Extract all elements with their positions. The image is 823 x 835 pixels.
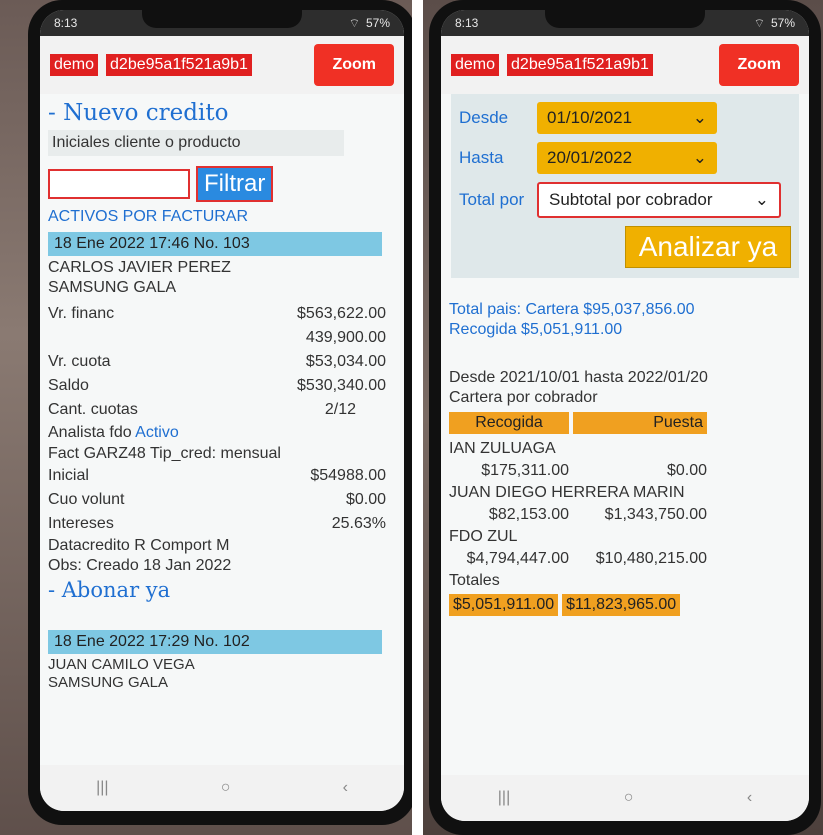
search-input[interactable]: [48, 169, 190, 199]
total-pais: Total pais: Cartera $95,037,856.00: [449, 301, 695, 318]
right-phone: 8:13 ⌔ 57% demo d2be95a1f521a9b1 Zoom De…: [429, 0, 821, 835]
chevron-down-icon: ⌄: [754, 190, 769, 209]
list-item: JUAN DIEGO HERRERA MARIN $82,153.00 $1,34…: [449, 484, 707, 523]
desde-label: Desde: [459, 108, 509, 127]
section-title: ACTIVOS POR FACTURAR: [48, 208, 249, 225]
status-bar-right: 8:13 ⌔ 57%: [441, 10, 809, 36]
filter-panel: Desde 01/10/2021 ⌄ Hasta 20/01/2022 ⌄ Tota…: [451, 94, 799, 278]
desde-select[interactable]: 01/10/2021 ⌄: [537, 102, 717, 134]
credit-header-2[interactable]: 18 Ene 2022 17:29 No. 102: [48, 630, 382, 654]
analista-row: Analista fdo Activo: [48, 424, 179, 441]
saldo-row: Saldo $530,340.00: [48, 377, 386, 394]
nav-bar: ||| ○ ‹: [40, 765, 404, 811]
abonar-link[interactable]: - Abonar ya: [40, 576, 404, 604]
left-photo: 8:13 ⌔ 57% demo d2be95a1f521a9b1 Zoom - …: [0, 0, 412, 835]
recents-icon[interactable]: |||: [498, 789, 510, 807]
battery-level-right: 57%: [770, 16, 795, 30]
totals-row: $5,051,911.00 $11,823,965.00: [441, 592, 809, 618]
chevron-down-icon: ⌄: [692, 108, 707, 127]
inicial-row: Inicial $54988.00: [48, 467, 386, 484]
hasta-label: Hasta: [459, 148, 504, 167]
total-puesta: $11,823,965.00: [562, 594, 681, 616]
list-item: IAN ZULUAGA $175,311.00 $0.00: [449, 440, 707, 479]
list-item: FDO ZUL $4,794,447.00 $10,480,215.00: [449, 528, 707, 567]
total-por-select[interactable]: Subtotal por cobrador ⌄: [537, 182, 781, 218]
home-icon[interactable]: ○: [624, 789, 634, 807]
left-screen: 8:13 ⌔ 57% demo d2be95a1f521a9b1 Zoom - …: [40, 10, 404, 811]
search-label: Iniciales cliente o producto: [48, 130, 344, 156]
financ-row: Vr. financ $563,622.00: [48, 305, 386, 322]
battery-level: 57%: [365, 16, 390, 30]
zoom-button-right[interactable]: Zoom: [719, 44, 799, 86]
right-photo: 8:13 ⌔ 57% demo d2be95a1f521a9b1 Zoom De…: [423, 0, 823, 835]
status-bar: 8:13 ⌔ 57%: [40, 10, 404, 36]
demo-tag: demo: [50, 54, 99, 76]
zoom-button[interactable]: Zoom: [314, 44, 394, 86]
filter-button[interactable]: Filtrar: [196, 166, 274, 202]
financ-value-2: 439,900.00: [305, 329, 386, 346]
totales-label: Totales: [449, 572, 500, 589]
client-name-2: JUAN CAMILO VEGA: [48, 656, 195, 673]
recogida-total: Recogida $5,051,911.00: [449, 321, 623, 338]
col-recogida: Recogida: [449, 412, 569, 434]
status-time: 8:13: [54, 16, 78, 30]
col-puesta: Puesta: [573, 412, 707, 434]
datacredito-line: Datacredito R Comport M: [48, 537, 230, 554]
hasta-select[interactable]: 20/01/2022 ⌄: [537, 142, 717, 174]
wifi-icon: ⌔: [348, 15, 360, 30]
analista-status-link[interactable]: Activo: [135, 424, 179, 441]
device-id-tag: d2be95a1f521a9b1: [106, 54, 252, 76]
product-name: SAMSUNG GALA: [48, 279, 177, 296]
left-phone: 8:13 ⌔ 57% demo d2be95a1f521a9b1 Zoom - …: [28, 0, 412, 825]
date-range: Desde 2021/10/01 hasta 2022/01/20: [449, 369, 708, 386]
total-por-label: Total por: [459, 190, 525, 209]
nav-bar-right: ||| ○ ‹: [441, 775, 809, 821]
table-header: Recogida Puesta: [441, 408, 809, 438]
cuotas-row: Cant. cuotas 2/12: [48, 401, 356, 418]
app-bar: demo d2be95a1f521a9b1 Zoom: [40, 36, 404, 94]
back-icon[interactable]: ‹: [747, 789, 752, 807]
camera-notch: [142, 10, 302, 28]
app-bar-right: demo d2be95a1f521a9b1 Zoom: [441, 36, 809, 94]
total-recogida: $5,051,911.00: [449, 594, 559, 616]
right-screen: 8:13 ⌔ 57% demo d2be95a1f521a9b1 Zoom De…: [441, 10, 809, 821]
camera-notch-right: [545, 10, 705, 28]
home-icon[interactable]: ○: [221, 779, 231, 797]
status-time-right: 8:13: [455, 16, 479, 30]
back-icon[interactable]: ‹: [343, 779, 348, 797]
credit-header[interactable]: 18 Ene 2022 17:46 No. 103: [48, 232, 382, 256]
cuota-row: Vr. cuota $53,034.00: [48, 353, 386, 370]
right-content: Desde 01/10/2021 ⌄ Hasta 20/01/2022 ⌄ Tota…: [441, 94, 809, 775]
collector-list: IAN ZULUAGA $175,311.00 $0.00 JUAN DIEGO …: [441, 438, 809, 570]
client-name: CARLOS JAVIER PEREZ: [48, 259, 231, 276]
product-name-2: SAMSUNG GALA: [48, 674, 169, 691]
demo-tag-right: demo: [451, 54, 500, 76]
device-id-tag-right: d2be95a1f521a9b1: [507, 54, 653, 76]
cartera-label: Cartera por cobrador: [449, 389, 598, 406]
wifi-icon-right: ⌔: [753, 15, 765, 30]
analizar-button[interactable]: Analizar ya: [625, 226, 791, 268]
intereses-row: Intereses 25.63%: [48, 515, 386, 532]
cuo-volunt-row: Cuo volunt $0.00: [48, 491, 386, 508]
recents-icon[interactable]: |||: [96, 779, 108, 797]
obs-line: Obs: Creado 18 Jan 2022: [48, 557, 232, 574]
chevron-down-icon: ⌄: [692, 148, 707, 167]
nuevo-credito-link[interactable]: - Nuevo credito: [40, 94, 404, 128]
fact-line: Fact GARZ48 Tip_cred: mensual: [48, 445, 281, 462]
left-content: - Nuevo credito Iniciales cliente o prod…: [40, 94, 404, 765]
